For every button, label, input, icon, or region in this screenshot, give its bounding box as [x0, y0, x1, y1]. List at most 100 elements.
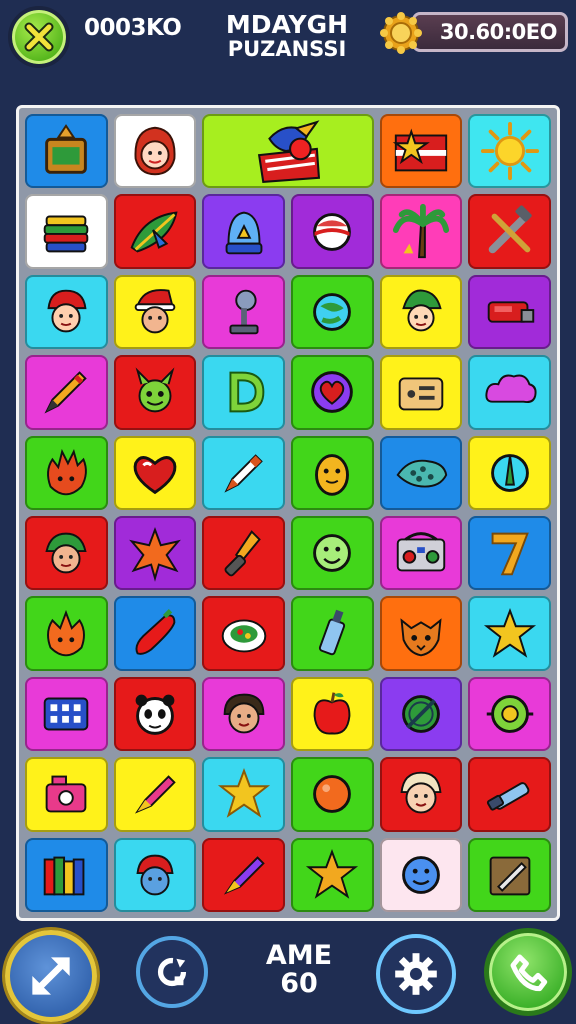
- tile-r6-c1[interactable]: [25, 516, 108, 591]
- letter-d-icon: [229, 372, 265, 413]
- tile-r6-c5[interactable]: [379, 516, 463, 591]
- blue-smiley-icon: [402, 855, 440, 894]
- tile-r7-c4[interactable]: [291, 596, 374, 671]
- tile-r5-c4[interactable]: [291, 435, 374, 510]
- tile-r8-c6[interactable]: [468, 676, 551, 752]
- tile-r5-c3[interactable]: [202, 435, 285, 510]
- spotted-fish-icon: [396, 459, 448, 488]
- pink-cloud-icon: [485, 374, 537, 404]
- tile-r10-c3[interactable]: [202, 837, 285, 912]
- heart-badge-icon: [311, 371, 354, 414]
- orange-leaf-icon: [129, 527, 181, 582]
- phone-button[interactable]: [484, 928, 572, 1016]
- tile-r8-c2[interactable]: [113, 676, 197, 752]
- tile-r9-c4[interactable]: [291, 757, 374, 832]
- tile-r2-c2[interactable]: [113, 194, 197, 269]
- tile-r4-c4[interactable]: [291, 355, 374, 430]
- tile-r1-c3[interactable]: [202, 114, 374, 189]
- green-star-icon: [306, 848, 359, 899]
- tile-r10-c1[interactable]: [25, 837, 108, 912]
- tile-r3-c5[interactable]: [379, 274, 463, 350]
- keypad-icon: [44, 697, 89, 731]
- tile-r10-c6[interactable]: [468, 837, 551, 912]
- tile-r8-c4[interactable]: [291, 676, 374, 752]
- game-board: [16, 105, 560, 921]
- tile-r1-c2[interactable]: [113, 114, 197, 189]
- expand-arrows-icon: [32, 957, 70, 995]
- tile-r2-c3[interactable]: [202, 194, 285, 269]
- tile-r1-c1[interactable]: [25, 114, 108, 189]
- game-title: MDAYGH PUZANSSI: [212, 12, 362, 62]
- bread-plate-icon: [45, 124, 88, 174]
- orange-monster-icon: [47, 609, 86, 656]
- tile-r9-c1[interactable]: [25, 757, 108, 832]
- telescope-icon: [486, 782, 530, 811]
- golden-egg-icon: [315, 453, 350, 496]
- orange-ball-icon: [313, 775, 352, 814]
- tile-r10-c4[interactable]: [291, 837, 374, 912]
- palm-tree-icon: [392, 203, 450, 258]
- tile-r7-c6[interactable]: [468, 596, 551, 671]
- tile-r6-c6[interactable]: [468, 516, 551, 591]
- tile-r8-c1[interactable]: [25, 676, 108, 752]
- tile-r6-c4[interactable]: [291, 516, 374, 591]
- tile-r3-c6[interactable]: [468, 274, 551, 350]
- tile-r3-c1[interactable]: [25, 274, 108, 350]
- tile-r6-c3[interactable]: [202, 516, 285, 591]
- refresh-button[interactable]: [136, 936, 208, 1008]
- pencil-icon: [44, 371, 88, 414]
- tile-r9-c2[interactable]: [113, 757, 197, 832]
- tile-r7-c3[interactable]: [202, 596, 285, 671]
- tile-r10-c5[interactable]: [379, 837, 463, 912]
- settings-button[interactable]: [376, 934, 456, 1014]
- number-seven-icon: [491, 532, 529, 576]
- tile-r2-c4[interactable]: [291, 194, 374, 269]
- tile-r4-c3[interactable]: [202, 355, 285, 430]
- panda-icon: [135, 694, 175, 735]
- parrot-flag-icon: [257, 120, 321, 184]
- tile-r3-c3[interactable]: [202, 274, 285, 350]
- torch-icon: [224, 530, 261, 577]
- tile-r3-c2[interactable]: [113, 274, 197, 350]
- tile-r9-c3[interactable]: [202, 757, 285, 832]
- tile-r1-c5[interactable]: [468, 114, 551, 189]
- green-feather-icon: [490, 453, 529, 492]
- turtle-shell-icon: [486, 695, 533, 733]
- tile-r2-c5[interactable]: [379, 194, 463, 269]
- tile-r5-c1[interactable]: [25, 435, 108, 510]
- boombox-icon: [396, 532, 446, 572]
- expand-button[interactable]: [5, 930, 97, 1022]
- radio-box-icon: [398, 377, 444, 411]
- chili-pepper-icon: [135, 608, 176, 655]
- tile-r10-c2[interactable]: [113, 837, 197, 912]
- tile-r5-c6[interactable]: [468, 435, 551, 510]
- tile-r6-c2[interactable]: [113, 516, 197, 591]
- tile-r5-c5[interactable]: [379, 435, 463, 510]
- refresh-gear-icon: [157, 957, 187, 987]
- writing-pad-icon: [489, 856, 530, 896]
- tile-r7-c2[interactable]: [113, 596, 197, 671]
- tile-r9-c5[interactable]: [379, 757, 463, 832]
- tile-r2-c6[interactable]: [468, 194, 551, 269]
- tile-r1-c4[interactable]: [379, 114, 463, 189]
- tile-r5-c2[interactable]: [113, 435, 197, 510]
- tile-r9-c6[interactable]: [468, 757, 551, 832]
- planet-icon: [313, 293, 352, 331]
- tile-r8-c3[interactable]: [202, 676, 285, 752]
- tile-r2-c1[interactable]: [25, 194, 108, 269]
- tile-r8-c5[interactable]: [379, 676, 463, 752]
- bottom-bar: AME 60: [0, 920, 576, 1024]
- game-mode-label: AME 60: [236, 942, 362, 998]
- leaf-bird-icon: [130, 211, 178, 253]
- tile-r4-c6[interactable]: [468, 355, 551, 430]
- close-button[interactable]: [8, 6, 70, 68]
- tile-r4-c1[interactable]: [25, 355, 108, 430]
- yellow-star-icon: [483, 607, 536, 658]
- tile-r3-c4[interactable]: [291, 274, 374, 350]
- tile-r7-c5[interactable]: [379, 596, 463, 671]
- tile-r4-c2[interactable]: [113, 355, 197, 430]
- tile-r7-c1[interactable]: [25, 596, 108, 671]
- coin-balance-panel: 30.60:0EO: [412, 12, 568, 52]
- tile-r4-c5[interactable]: [379, 355, 463, 430]
- boy-face-icon: [223, 693, 265, 734]
